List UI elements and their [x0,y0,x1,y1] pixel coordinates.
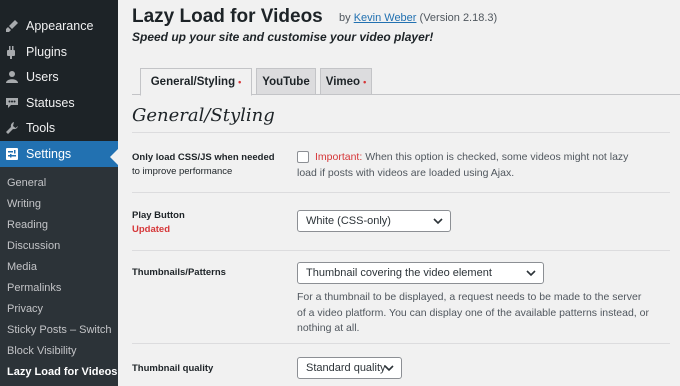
menu-item-tools[interactable]: Tools [0,115,118,141]
desc-text: When this option is checked, some videos… [362,151,629,163]
admin-sidebar: Appearance Plugins Users Statuses Tools … [0,0,118,386]
setting-label-quality: Thumbnail quality [132,363,214,374]
submenu-media[interactable]: Media [7,261,37,273]
select-value: White (CSS-only) [306,215,391,227]
setting-label-line1: Only load CSS/JS when needed [132,152,275,163]
settings-submenu: General Writing Reading Discussion Media… [0,167,118,386]
submenu-discussion[interactable]: Discussion [7,240,60,252]
submenu-general[interactable]: General [7,177,46,189]
select-value: Standard quality [306,362,386,374]
tab-bar: General/Styling • YouTube Vimeo • [132,68,680,96]
divider [132,192,670,193]
user-icon [5,70,19,84]
updated-badge: Updated [132,224,170,235]
paintbrush-icon [5,19,19,33]
setting-label-play-button: Play Button [132,210,185,221]
divider [132,132,670,133]
tab-label: General/Styling [150,76,236,88]
menu-item-settings[interactable]: Settings [0,141,118,167]
divider [132,343,670,344]
thumbnails-description-3: nothing at all. [297,322,360,334]
page-title: Lazy Load for Videos [132,6,323,27]
plug-icon [5,45,19,59]
setting-label-css-js: Only load CSS/JS when needed to improve … [132,151,275,179]
submenu-writing[interactable]: Writing [7,198,41,210]
submenu-privacy[interactable]: Privacy [7,303,43,315]
menu-label: Appearance [26,19,94,33]
css-js-checkbox[interactable] [297,151,309,163]
thumbnails-select[interactable]: Thumbnail covering the video element [297,262,544,284]
tab-general-styling[interactable]: General/Styling • [140,68,252,96]
menu-label: Tools [26,121,56,135]
tab-youtube[interactable]: YouTube [256,68,316,95]
select-value: Thumbnail covering the video element [306,267,492,279]
submenu-reading[interactable]: Reading [7,219,48,231]
chevron-down-icon [526,268,536,281]
css-js-description: Important: When this option is checked, … [315,149,628,165]
submenu-block-visibility[interactable]: Block Visibility [7,345,77,357]
main-content: Lazy Load for Videos by Kevin Weber (Ver… [118,0,680,386]
tab-vimeo[interactable]: Vimeo • [320,68,372,95]
menu-label: Plugins [26,45,67,59]
css-js-description-2: load if posts with videos are loaded usi… [297,167,515,179]
thumbnails-description-2: of a video platform. You can display one… [297,307,649,319]
setting-label-thumbnails: Thumbnails/Patterns [132,267,226,278]
menu-label: Users [26,70,59,84]
tab-dot: • [363,76,367,87]
thumbnails-description-1: For a thumbnail to be displayed, a reque… [297,291,642,303]
menu-label: Statuses [26,96,75,110]
settings-icon [5,147,19,161]
menu-label: Settings [26,147,72,161]
tab-label: Vimeo [325,75,361,88]
tab-dot: • [238,77,242,87]
submenu-lazy-load-for-videos[interactable]: Lazy Load for Videos [7,366,117,378]
wrench-icon [5,121,19,135]
byline-by: by [339,12,351,24]
tagline: Speed up your site and customise your vi… [132,30,434,44]
menu-item-plugins[interactable]: Plugins [0,39,118,65]
menu-item-statuses[interactable]: Statuses [0,90,118,116]
section-title: General/Styling [132,105,275,126]
submenu-sticky-posts-switch[interactable]: Sticky Posts – Switch [7,324,112,336]
play-button-select[interactable]: White (CSS-only) [297,210,451,232]
version-text: (Version 2.18.3) [419,12,498,24]
byline: by Kevin Weber (Version 2.18.3) [339,12,497,24]
chevron-down-icon [433,216,443,229]
divider [132,250,670,251]
author-link[interactable]: Kevin Weber [354,12,417,24]
menu-item-appearance[interactable]: Appearance [0,13,118,39]
menu-item-users[interactable]: Users [0,64,118,90]
quality-select[interactable]: Standard quality [297,357,402,379]
important-label: Important: [315,151,363,163]
speech-bubble-icon [5,96,19,110]
submenu-permalinks[interactable]: Permalinks [7,282,61,294]
tab-label: YouTube [262,75,310,88]
setting-label-line2: to improve performance [132,166,233,177]
chevron-down-icon [384,363,394,376]
